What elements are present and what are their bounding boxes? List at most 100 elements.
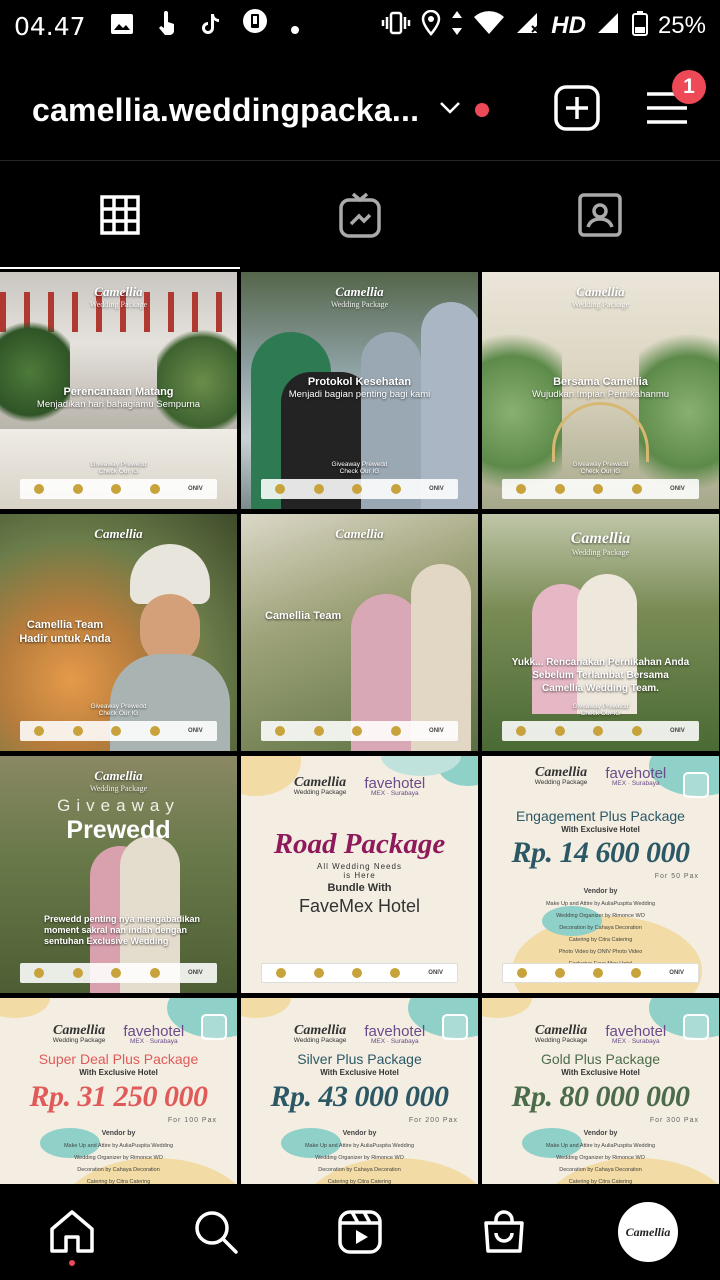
post-tile[interactable]: Camellia Wedding Package favehotel MEX · S… xyxy=(0,998,237,1184)
location-icon xyxy=(421,9,441,43)
battery-icon xyxy=(631,10,648,43)
package-title: Engagement Plus Package xyxy=(516,808,685,824)
signal-x-icon xyxy=(515,11,541,42)
package-price: Rp. 31 250 000 xyxy=(29,1080,208,1113)
post-caption: Camellia Team Hadir untuk Anda xyxy=(19,619,111,646)
package-title: Super Deal Plus Package xyxy=(38,1051,199,1067)
package-subtitle: With Exclusive Hotel xyxy=(79,1068,158,1077)
home-icon xyxy=(50,1210,94,1253)
post-footnote: Giveaway Prewedd Check Our IG xyxy=(572,703,629,717)
package-title: Gold Plus Package xyxy=(540,1051,661,1067)
post-caption: Perencanaan Matang Menjadikan hari bahagi… xyxy=(36,386,201,411)
tab-posts-grid[interactable] xyxy=(0,161,240,269)
package-price: Rp. 14 600 000 xyxy=(511,836,690,869)
post-footnote: Giveaway Prewedd Check Our IG xyxy=(572,461,629,475)
touch-notification-icon xyxy=(156,10,178,43)
prewedd-heading: Prewedd xyxy=(66,816,171,844)
post-footnote: Giveaway Prewedd Check Our IG xyxy=(90,703,147,717)
post-tile[interactable]: Camellia Wedding Package Giveaway Prewedd… xyxy=(0,756,237,993)
brand-header: Camellia Wedding Package favehotel MEX · S… xyxy=(534,1023,667,1045)
chevron-down-icon[interactable] xyxy=(439,101,461,120)
network-type: HD xyxy=(551,12,586,39)
shop-icon xyxy=(484,1210,524,1253)
post-footnote: Giveaway Prewedd Check Our IG xyxy=(90,461,147,475)
post-tile[interactable]: Camellia Wedding Package favehotel MEX · S… xyxy=(241,756,478,993)
post-tile[interactable]: Camellia Camellia Team ONIV xyxy=(241,514,478,751)
status-right: HD 25% xyxy=(381,9,706,43)
status-time: 04.47 xyxy=(14,11,86,41)
brand-logo: Camellia Wedding Package xyxy=(89,284,148,309)
tab-tagged[interactable] xyxy=(480,161,720,269)
sponsor-logos: ONIV xyxy=(20,479,217,499)
post-caption: Bersama Camellia Wujudkan Impian Pernikah… xyxy=(531,376,670,401)
package-subtitle: With Exclusive Hotel xyxy=(320,1068,399,1077)
package-subtitle: All Wedding Needs is Here xyxy=(317,862,402,880)
vendor-list: Vendor by Make Up and Attire by AuliaPus… xyxy=(63,1130,174,1184)
new-post-button[interactable] xyxy=(554,84,600,136)
post-caption: Yukk... Rencanakan Pernikahan Anda Sebel… xyxy=(511,657,690,694)
post-tile[interactable]: Camellia Wedding Package favehotel MEX · S… xyxy=(482,756,719,993)
brand-logo: Camellia Wedding Package xyxy=(330,284,389,309)
posts-grid: Camellia Wedding Package Perencanaan Mata… xyxy=(0,272,720,1184)
post-tile[interactable]: Camellia Wedding Package Protokol Kesehat… xyxy=(241,272,478,509)
sponsor-logos: ONIV xyxy=(20,721,217,741)
sponsor-logos: ONIV xyxy=(502,963,699,983)
giveaway-heading: Giveaway xyxy=(57,796,180,815)
sponsor-logos: ONIV xyxy=(20,963,217,983)
package-title: Silver Plus Package xyxy=(297,1051,422,1067)
app-notification-icon xyxy=(242,8,268,44)
menu-button[interactable]: 1 xyxy=(646,69,706,131)
post-tile[interactable]: Camellia Wedding Package favehotel MEX · S… xyxy=(482,998,719,1184)
post-tile[interactable]: Camellia Wedding Package favehotel MEX · S… xyxy=(241,998,478,1184)
package-price: Rp. 43 000 000 xyxy=(270,1080,449,1113)
brand-header: Camellia Wedding Package favehotel MEX · S… xyxy=(293,1023,426,1045)
vibrate-icon xyxy=(381,11,411,42)
nav-search[interactable] xyxy=(176,1192,256,1272)
vendor-list: Vendor by Make Up and Attire by AuliaPus… xyxy=(304,1130,415,1184)
post-tile[interactable]: Camellia Wedding Package Bersama Camellia… xyxy=(482,272,719,509)
package-pax: For 50 Pax xyxy=(654,873,699,880)
sponsor-logos: ONIV xyxy=(502,479,699,499)
package-price: Rp. 80 000 000 xyxy=(511,1080,690,1113)
tagged-icon xyxy=(578,193,622,237)
signal-icon xyxy=(596,11,622,42)
package-subtitle: With Exclusive Hotel xyxy=(561,825,640,834)
profile-header: camellia.weddingpacka... 1 xyxy=(0,60,720,160)
package-pax: For 300 Pax xyxy=(649,1117,699,1124)
bundle-label: Bundle With xyxy=(327,882,392,894)
sponsor-logos: ONIV xyxy=(261,479,458,499)
package-subtitle: With Exclusive Hotel xyxy=(561,1068,640,1077)
post-caption: Prewedd penting nya mengabadikan moment … xyxy=(44,914,201,946)
brand-header: Camellia Wedding Package favehotel MEX · S… xyxy=(52,1023,185,1045)
brand-header: Camellia Wedding Package favehotel MEX · S… xyxy=(293,775,426,797)
nav-home[interactable] xyxy=(32,1192,112,1272)
wifi-icon xyxy=(473,10,505,42)
battery-percent: 25% xyxy=(657,12,706,39)
brand-logo: Camellia Wedding Package xyxy=(89,768,148,793)
tab-igtv[interactable] xyxy=(240,161,480,269)
data-arrows-icon xyxy=(451,10,463,43)
nav-reels[interactable] xyxy=(320,1192,400,1272)
post-footnote: Giveaway Prewedd Check Our IG xyxy=(331,461,388,475)
home-activity-dot xyxy=(69,1260,75,1266)
brand-header: Camellia Wedding Package favehotel MEX · S… xyxy=(534,765,667,787)
sponsor-logos: ONIV xyxy=(502,721,699,741)
reels-icon xyxy=(338,1210,382,1254)
post-tile[interactable]: Camellia Wedding Package Yukk... Rencanak… xyxy=(482,514,719,751)
nav-profile[interactable]: Camellia xyxy=(608,1192,688,1272)
hotel-name: FaveMex Hotel xyxy=(298,896,421,916)
sponsor-logos: ONIV xyxy=(261,963,458,983)
brand-logo: Camellia Wedding Package xyxy=(571,284,630,309)
more-dot-icon xyxy=(290,11,300,42)
nav-shop[interactable] xyxy=(464,1192,544,1272)
brand-logo: Camellia xyxy=(94,526,143,541)
bottom-navigation: Camellia xyxy=(0,1184,720,1280)
search-icon xyxy=(195,1211,238,1254)
notification-badge: 1 xyxy=(672,69,706,104)
post-tile[interactable]: Camellia Wedding Package Perencanaan Mata… xyxy=(0,272,237,509)
image-notification-icon xyxy=(110,11,134,42)
vendor-list: Vendor by Make Up and Attire by AuliaPus… xyxy=(545,1130,656,1184)
post-tile[interactable]: Camellia Camellia Team Hadir untuk Anda … xyxy=(0,514,237,751)
post-caption: Protokol Kesehatan Menjadi bagian penting… xyxy=(288,376,431,401)
account-switcher-username[interactable]: camellia.weddingpacka... xyxy=(32,92,419,129)
